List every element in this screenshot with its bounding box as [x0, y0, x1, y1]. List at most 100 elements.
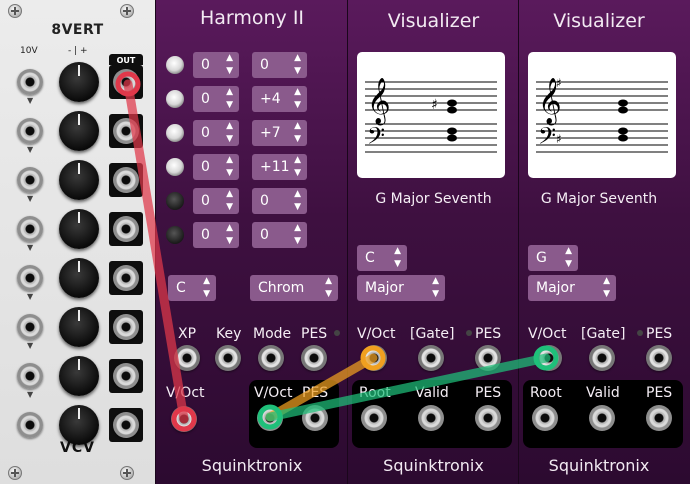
output-jack[interactable] — [113, 314, 139, 340]
gain-knob[interactable] — [59, 258, 99, 298]
label-pes: PES — [475, 326, 502, 342]
input-jack[interactable] — [17, 118, 43, 144]
screw-icon — [120, 466, 134, 480]
label-pes-out: PES — [302, 385, 329, 401]
mode-value: Chrom — [258, 280, 305, 296]
input-jack[interactable] — [17, 265, 43, 291]
gain-knob[interactable] — [59, 405, 99, 445]
label-pes-out: PES — [475, 385, 502, 401]
mode-selector[interactable]: Chrom ▲ ▼ — [250, 275, 338, 301]
staff-display: 𝄞 ♯ 𝄢 ♯ — [528, 52, 676, 178]
valid-output-jack[interactable] — [418, 405, 444, 431]
output-jack[interactable] — [113, 363, 139, 389]
pes-output-jack[interactable] — [646, 405, 672, 431]
voice-toggle-led[interactable] — [166, 56, 184, 74]
mode-selector[interactable]: Major ▲ ▼ — [357, 275, 445, 301]
output-jack[interactable] — [113, 69, 139, 95]
brand-label: Squinktronix — [548, 456, 650, 475]
xp-input-jack[interactable] — [174, 345, 200, 371]
staff-notation-icon: 𝄞 ♯ 𝄢 ♯ — [536, 76, 668, 155]
voct-input-jack[interactable] — [536, 345, 562, 371]
output-jack[interactable] — [113, 265, 139, 291]
label-voct: V/Oct — [357, 326, 396, 342]
octave-spinner[interactable]: 0 ▲ ▼ — [193, 188, 239, 214]
updown-icon: ▲ ▼ — [565, 246, 572, 269]
updown-icon: ▲ ▼ — [226, 155, 233, 178]
label-voct-in: V/Oct — [166, 385, 205, 401]
octave-spinner[interactable]: 0 ▲ ▼ — [193, 154, 239, 180]
module-title: Harmony II — [199, 7, 305, 29]
voct-output-jack[interactable] — [257, 405, 283, 431]
semitone-spinner[interactable]: 0 ▲ ▼ — [252, 52, 307, 78]
octave-spinner[interactable]: 0 ▲ ▼ — [193, 52, 239, 78]
semitone-spinner[interactable]: 0 ▲ ▼ — [252, 188, 307, 214]
gain-knob[interactable] — [59, 111, 99, 151]
spinner-value: 0 — [260, 193, 269, 209]
key-input-jack[interactable] — [215, 345, 241, 371]
pes-input-jack[interactable] — [301, 345, 327, 371]
gain-knob[interactable] — [59, 160, 99, 200]
input-jack[interactable] — [17, 167, 43, 193]
voice-toggle-led[interactable] — [166, 226, 184, 244]
gate-input-jack[interactable] — [589, 345, 615, 371]
gain-knob[interactable] — [59, 356, 99, 396]
input-jack[interactable] — [17, 412, 43, 438]
voice-toggle-led[interactable] — [166, 158, 184, 176]
input-jack[interactable] — [17, 69, 43, 95]
label-voct-out: V/Oct — [254, 385, 293, 401]
octave-spinner[interactable]: 0 ▲ ▼ — [193, 86, 239, 112]
root-output-jack[interactable] — [361, 405, 387, 431]
mode-selector[interactable]: Major ▲ ▼ — [528, 275, 616, 301]
updown-icon: ▲ ▼ — [432, 276, 439, 299]
brand-label: Squinktronix — [201, 456, 303, 475]
gain-knob[interactable] — [59, 209, 99, 249]
pes-input-jack[interactable] — [646, 345, 672, 371]
output-jack[interactable] — [113, 118, 139, 144]
output-jack[interactable] — [113, 216, 139, 242]
output-jack[interactable] — [113, 412, 139, 438]
chord-name: G Major Seventh — [375, 191, 492, 207]
screw-icon — [8, 4, 22, 18]
spinner-value: 0 — [201, 57, 210, 73]
staff-notation-icon: 𝄞 𝄢 ♯ — [365, 78, 497, 155]
svg-text:𝄢: 𝄢 — [367, 122, 385, 155]
down-arrow-icon: ▼ — [27, 96, 34, 105]
voice-toggle-led[interactable] — [166, 124, 184, 142]
voct-input-jack[interactable] — [361, 345, 387, 371]
voice-toggle-led[interactable] — [166, 90, 184, 108]
octave-spinner[interactable]: 0 ▲ ▼ — [193, 120, 239, 146]
semitone-spinner[interactable]: +4 ▲ ▼ — [252, 86, 307, 112]
semitone-spinner[interactable]: +7 ▲ ▼ — [252, 120, 307, 146]
voct-input-jack[interactable] — [171, 406, 197, 432]
label-root: Root — [530, 385, 562, 401]
spinner-value: 0 — [201, 125, 210, 141]
key-selector[interactable]: C ▲ ▼ — [357, 245, 407, 271]
key-selector[interactable]: G ▲ ▼ — [528, 245, 578, 271]
pes-output-jack[interactable] — [475, 405, 501, 431]
root-output-jack[interactable] — [532, 405, 558, 431]
pes-output-jack[interactable] — [302, 405, 328, 431]
valid-output-jack[interactable] — [589, 405, 615, 431]
output-jack[interactable] — [113, 167, 139, 193]
key-selector[interactable]: C ▲ ▼ — [168, 275, 216, 301]
module-title: Visualizer — [387, 10, 480, 32]
pes-input-jack[interactable] — [475, 345, 501, 371]
semitone-spinner[interactable]: +11 ▲ ▼ — [252, 154, 307, 180]
svg-text:𝄞: 𝄞 — [367, 78, 391, 126]
gain-knob[interactable] — [59, 62, 99, 102]
semitone-spinner[interactable]: 0 ▲ ▼ — [252, 222, 307, 248]
input-jack[interactable] — [17, 314, 43, 340]
label-pes: PES — [646, 326, 673, 342]
key-value: C — [176, 280, 186, 296]
status-led — [334, 330, 340, 336]
screw-icon — [120, 4, 134, 18]
mode-input-jack[interactable] — [258, 345, 284, 371]
gain-knob[interactable] — [59, 307, 99, 347]
updown-icon: ▲ ▼ — [226, 121, 233, 144]
gate-input-jack[interactable] — [418, 345, 444, 371]
input-jack[interactable] — [17, 216, 43, 242]
octave-spinner[interactable]: 0 ▲ ▼ — [193, 222, 239, 248]
input-jack[interactable] — [17, 363, 43, 389]
label-10v: 10V — [20, 46, 38, 56]
voice-toggle-led[interactable] — [166, 192, 184, 210]
